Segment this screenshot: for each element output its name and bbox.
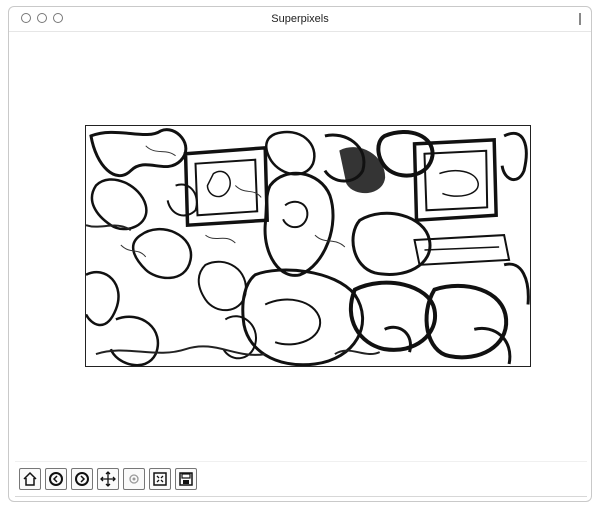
title-bar: Superpixels — [9, 7, 591, 32]
back-icon — [49, 471, 63, 486]
home-button[interactable] — [19, 467, 41, 490]
forward-icon — [75, 471, 89, 486]
home-icon — [23, 471, 37, 486]
pan-button[interactable] — [97, 467, 119, 490]
status-divider — [15, 496, 587, 497]
navigation-toolbar — [15, 461, 587, 495]
configure-subplots-icon — [153, 471, 167, 486]
app-window: Superpixels — [8, 6, 592, 502]
save-button[interactable] — [175, 467, 197, 490]
forward-button[interactable] — [71, 467, 93, 490]
configure-subplots-button[interactable] — [149, 467, 171, 490]
window-title: Superpixels — [271, 13, 329, 25]
pan-icon — [100, 470, 116, 487]
save-icon — [179, 471, 193, 486]
zoom-button[interactable] — [123, 467, 145, 490]
resize-mark — [579, 13, 581, 25]
zoom-icon — [129, 473, 139, 484]
superpixel-image[interactable] — [85, 125, 531, 367]
superpixel-render — [86, 126, 530, 366]
back-button[interactable] — [45, 467, 67, 490]
